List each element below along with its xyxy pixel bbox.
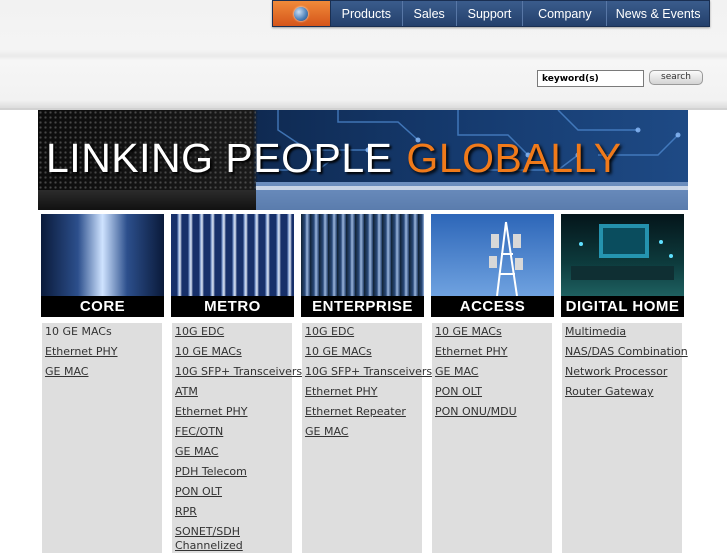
category-label: ACCESS: [431, 296, 554, 317]
access-link[interactable]: PON OLT: [435, 385, 482, 398]
search-input[interactable]: [537, 70, 644, 87]
enterprise-links: 10G EDC 10 GE MACs 10G SFP+ Transceivers…: [302, 323, 432, 553]
nav-company[interactable]: Company: [523, 1, 608, 26]
metro-links: 10G EDC 10 GE MACs 10G SFP+ Transceivers…: [172, 323, 302, 553]
digital-home-links: Multimedia NAS/DAS Combination Network P…: [562, 323, 688, 553]
category-label: DIGITAL HOME: [561, 296, 684, 317]
metro-link[interactable]: 10 GE MACs: [175, 345, 242, 358]
hero-banner: LINKING PEOPLE GLOBALLY: [38, 110, 688, 210]
enterprise-link[interactable]: 10 GE MACs: [305, 345, 372, 358]
metro-image: [171, 214, 294, 296]
metro-link[interactable]: Channelized: [175, 539, 243, 552]
nav-products[interactable]: Products: [331, 1, 403, 26]
digital-home-link[interactable]: NAS/DAS Combination: [565, 345, 688, 358]
digital-home-link[interactable]: Router Gateway: [565, 385, 654, 398]
core-link[interactable]: Ethernet PHY: [45, 345, 118, 358]
digital-home-image: [561, 214, 684, 296]
banner-text-part2: GLOBALLY: [406, 135, 622, 181]
metro-link[interactable]: PDH Telecom: [175, 465, 247, 478]
enterprise-image: [301, 214, 424, 296]
core-link[interactable]: 10 GE MACs: [45, 325, 112, 338]
core-links: 10 GE MACs Ethernet PHY GE MAC: [42, 323, 162, 553]
metro-link[interactable]: FEC/OTN: [175, 425, 223, 438]
category-tile-access[interactable]: ACCESS: [431, 214, 554, 317]
enterprise-link[interactable]: 10G EDC: [305, 325, 354, 338]
enterprise-link[interactable]: 10G SFP+ Transceivers: [305, 365, 432, 378]
metro-link[interactable]: ATM: [175, 385, 198, 398]
category-tile-core[interactable]: CORE: [41, 214, 164, 317]
category-label: CORE: [41, 296, 164, 317]
nav-news-events[interactable]: News & Events: [607, 1, 709, 26]
metro-link[interactable]: SONET/SDH: [175, 525, 240, 538]
category-tile-metro[interactable]: METRO: [171, 214, 294, 317]
access-link[interactable]: Ethernet PHY: [435, 345, 508, 358]
metro-link[interactable]: RPR: [175, 505, 197, 518]
access-links: 10 GE MACs Ethernet PHY GE MAC PON OLT P…: [432, 323, 552, 553]
access-link[interactable]: PON ONU/MDU: [435, 405, 517, 418]
globe-icon: [294, 6, 309, 21]
nav-support[interactable]: Support: [457, 1, 524, 26]
living-room-icon: [571, 224, 674, 280]
access-link[interactable]: 10 GE MACs: [435, 325, 502, 338]
home-button[interactable]: [273, 1, 331, 26]
enterprise-link[interactable]: Ethernet Repeater: [305, 405, 406, 418]
banner-stripe: [256, 186, 688, 190]
main-nav: Products Sales Support Company News & Ev…: [272, 0, 710, 27]
metro-link[interactable]: Ethernet PHY: [175, 405, 248, 418]
tower-icon: [489, 221, 523, 297]
access-image: [431, 214, 554, 297]
metro-link[interactable]: PON OLT: [175, 485, 222, 498]
category-label: METRO: [171, 296, 294, 317]
nav-sales[interactable]: Sales: [403, 1, 457, 26]
category-tile-digital-home[interactable]: DIGITAL HOME: [561, 214, 684, 317]
digital-home-link[interactable]: Multimedia: [565, 325, 626, 338]
metro-link[interactable]: 10G SFP+ Transceivers: [175, 365, 302, 378]
core-image: [41, 214, 164, 296]
enterprise-link[interactable]: GE MAC: [305, 425, 348, 438]
access-link[interactable]: GE MAC: [435, 365, 478, 378]
digital-home-link[interactable]: Network Processor: [565, 365, 667, 378]
category-label: ENTERPRISE: [301, 296, 424, 317]
core-link[interactable]: GE MAC: [45, 365, 88, 378]
banner-text-part1: LINKING PEOPLE: [46, 135, 393, 181]
metro-link[interactable]: GE MAC: [175, 445, 218, 458]
search-button[interactable]: search: [649, 70, 703, 85]
enterprise-link[interactable]: Ethernet PHY: [305, 385, 378, 398]
category-tile-enterprise[interactable]: ENTERPRISE: [301, 214, 424, 317]
metro-link[interactable]: 10G EDC: [175, 325, 224, 338]
banner-headline: LINKING PEOPLE GLOBALLY: [46, 135, 622, 181]
